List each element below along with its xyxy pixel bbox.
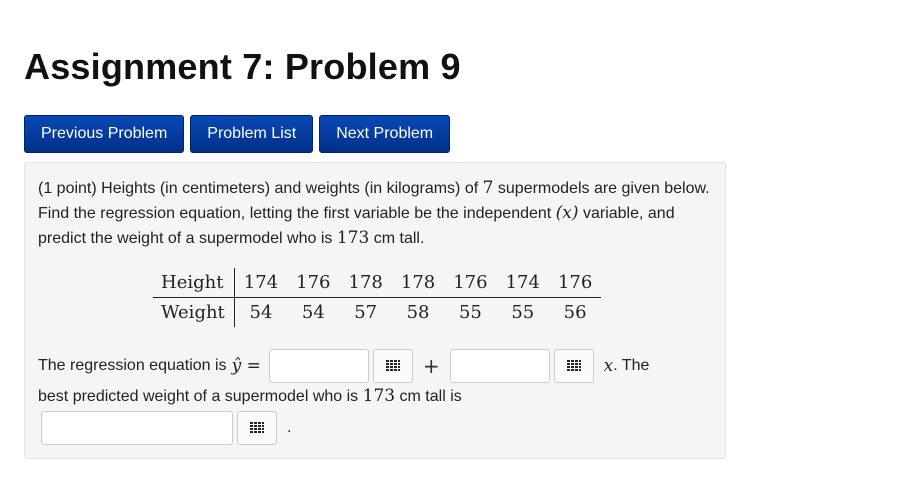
height-cell: 174: [496, 268, 549, 298]
data-table: Height 174 176 178 178 176 174 176 Weigh…: [153, 268, 602, 327]
height-cell: 178: [391, 268, 445, 298]
previous-problem-button[interactable]: Previous Problem: [24, 115, 185, 153]
weight-cell: 56: [563, 302, 587, 323]
intercept-input[interactable]: [268, 349, 369, 383]
weight-cell: 55: [511, 302, 535, 323]
height-label: Height: [153, 268, 235, 298]
prediction-prompt: best predicted weight of a supermodel wh…: [38, 383, 462, 410]
weight-row: Weight 54 54 57 58 55 55 56: [153, 297, 601, 327]
problem-text-4: cm tall.: [369, 230, 425, 247]
prediction-height: 173: [362, 386, 396, 406]
problem-text-1: (1 point) Heights (in centimeters) and w…: [38, 180, 483, 197]
equation-prefix: The regression equation is: [38, 357, 227, 374]
weight-cell: 54: [249, 302, 273, 323]
weight-cell: 57: [354, 302, 378, 323]
height-cell: 178: [339, 268, 392, 298]
problem-list-button[interactable]: Problem List: [190, 115, 314, 153]
next-problem-button[interactable]: Next Problem: [319, 115, 451, 153]
yhat-symbol: ŷ =: [231, 356, 261, 376]
equation-suffix: . The: [613, 357, 650, 374]
weight-label: Weight: [153, 297, 235, 327]
page-title: Assignment 7: Problem 9: [24, 46, 461, 87]
problem-panel: (1 point) Heights (in centimeters) and w…: [24, 162, 726, 459]
height-value: 173: [336, 228, 370, 248]
supermodel-count: 7: [482, 178, 494, 198]
period: .: [287, 419, 292, 436]
grid-icon: [566, 360, 581, 371]
weight-cell: 55: [458, 302, 482, 323]
equation-editor-button[interactable]: [372, 349, 413, 383]
x-term: x: [603, 356, 614, 376]
equation-editor-button[interactable]: [237, 411, 277, 445]
height-cell: 174: [234, 268, 288, 298]
problem-statement: (1 point) Heights (in centimeters) and w…: [38, 176, 714, 251]
grid-icon: [385, 360, 400, 371]
prediction-input[interactable]: [41, 411, 233, 445]
prediction-text-2: cm tall is: [395, 388, 462, 405]
height-row: Height 174 176 178 178 176 174 176: [153, 268, 602, 298]
grid-icon: [250, 422, 264, 433]
height-cell: 176: [287, 268, 340, 298]
prediction-answer-line: .: [41, 411, 291, 445]
equation-editor-button[interactable]: [553, 349, 594, 383]
plus-sign: +: [422, 354, 440, 378]
slope-input[interactable]: [449, 349, 550, 383]
weight-cell: 54: [301, 302, 325, 323]
regression-answer-line: The regression equation is ŷ = + x . The: [38, 347, 714, 385]
weight-cell: 58: [406, 302, 430, 323]
problem-nav: Previous Problem Problem List Next Probl…: [24, 115, 451, 153]
x-variable: (x): [555, 203, 579, 223]
height-cell: 176: [548, 268, 602, 298]
height-cell: 176: [444, 268, 497, 298]
prediction-text-1: best predicted weight of a supermodel wh…: [38, 388, 363, 405]
